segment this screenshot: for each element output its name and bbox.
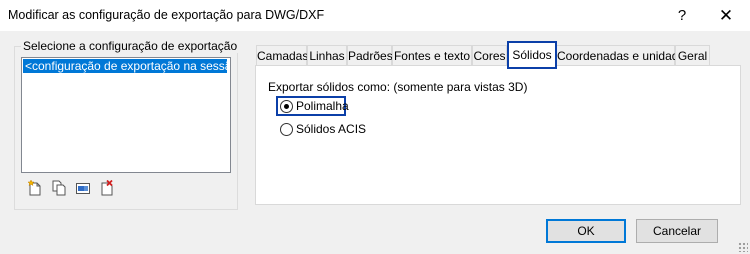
new-setup-icon[interactable]: [27, 179, 43, 196]
title-bar: Modificar as configuração de exportação …: [0, 0, 750, 31]
solidos-acis-label[interactable]: Sólidos ACIS: [296, 121, 366, 137]
tab-fontes-e-texto[interactable]: Fontes e texto: [392, 45, 472, 66]
tab-padroes[interactable]: Padrões: [347, 45, 393, 66]
group-label: Selecione a configuração de exportação: [21, 39, 240, 53]
tab-camadas[interactable]: Camadas: [256, 45, 308, 66]
export-solids-label: Exportar sólidos como: (somente para vis…: [268, 80, 528, 94]
solidos-acis-radio[interactable]: [280, 123, 293, 136]
help-button[interactable]: ?: [660, 0, 704, 31]
close-button[interactable]: ✕: [704, 0, 748, 31]
solids-tab-panel: Exportar sólidos como: (somente para vis…: [255, 65, 741, 205]
tab-coordenadas-e-unidades[interactable]: Coordenadas e unidades: [556, 45, 691, 66]
cancel-button[interactable]: Cancelar: [636, 219, 718, 243]
rename-setup-icon[interactable]: [75, 180, 91, 196]
polimalha-radio[interactable]: [280, 100, 293, 113]
ok-button[interactable]: OK: [546, 219, 626, 243]
window-title: Modificar as configuração de exportação …: [8, 8, 325, 22]
delete-setup-icon[interactable]: [99, 179, 115, 196]
tab-cores[interactable]: Cores: [472, 45, 507, 66]
tab-linhas[interactable]: Linhas: [307, 45, 347, 66]
export-setup-list[interactable]: <configuração de exportação na sessão>: [21, 57, 231, 173]
polimalha-label[interactable]: Polimalha: [296, 98, 349, 114]
tab-solidos[interactable]: Sólidos: [507, 41, 557, 69]
tab-geral[interactable]: Geral: [675, 45, 710, 66]
resize-grip[interactable]: [738, 242, 748, 252]
list-item[interactable]: <configuração de exportação na sessão>: [23, 59, 227, 73]
export-setup-group: Selecione a configuração de exportação <…: [14, 39, 240, 210]
duplicate-setup-icon[interactable]: [51, 180, 67, 196]
